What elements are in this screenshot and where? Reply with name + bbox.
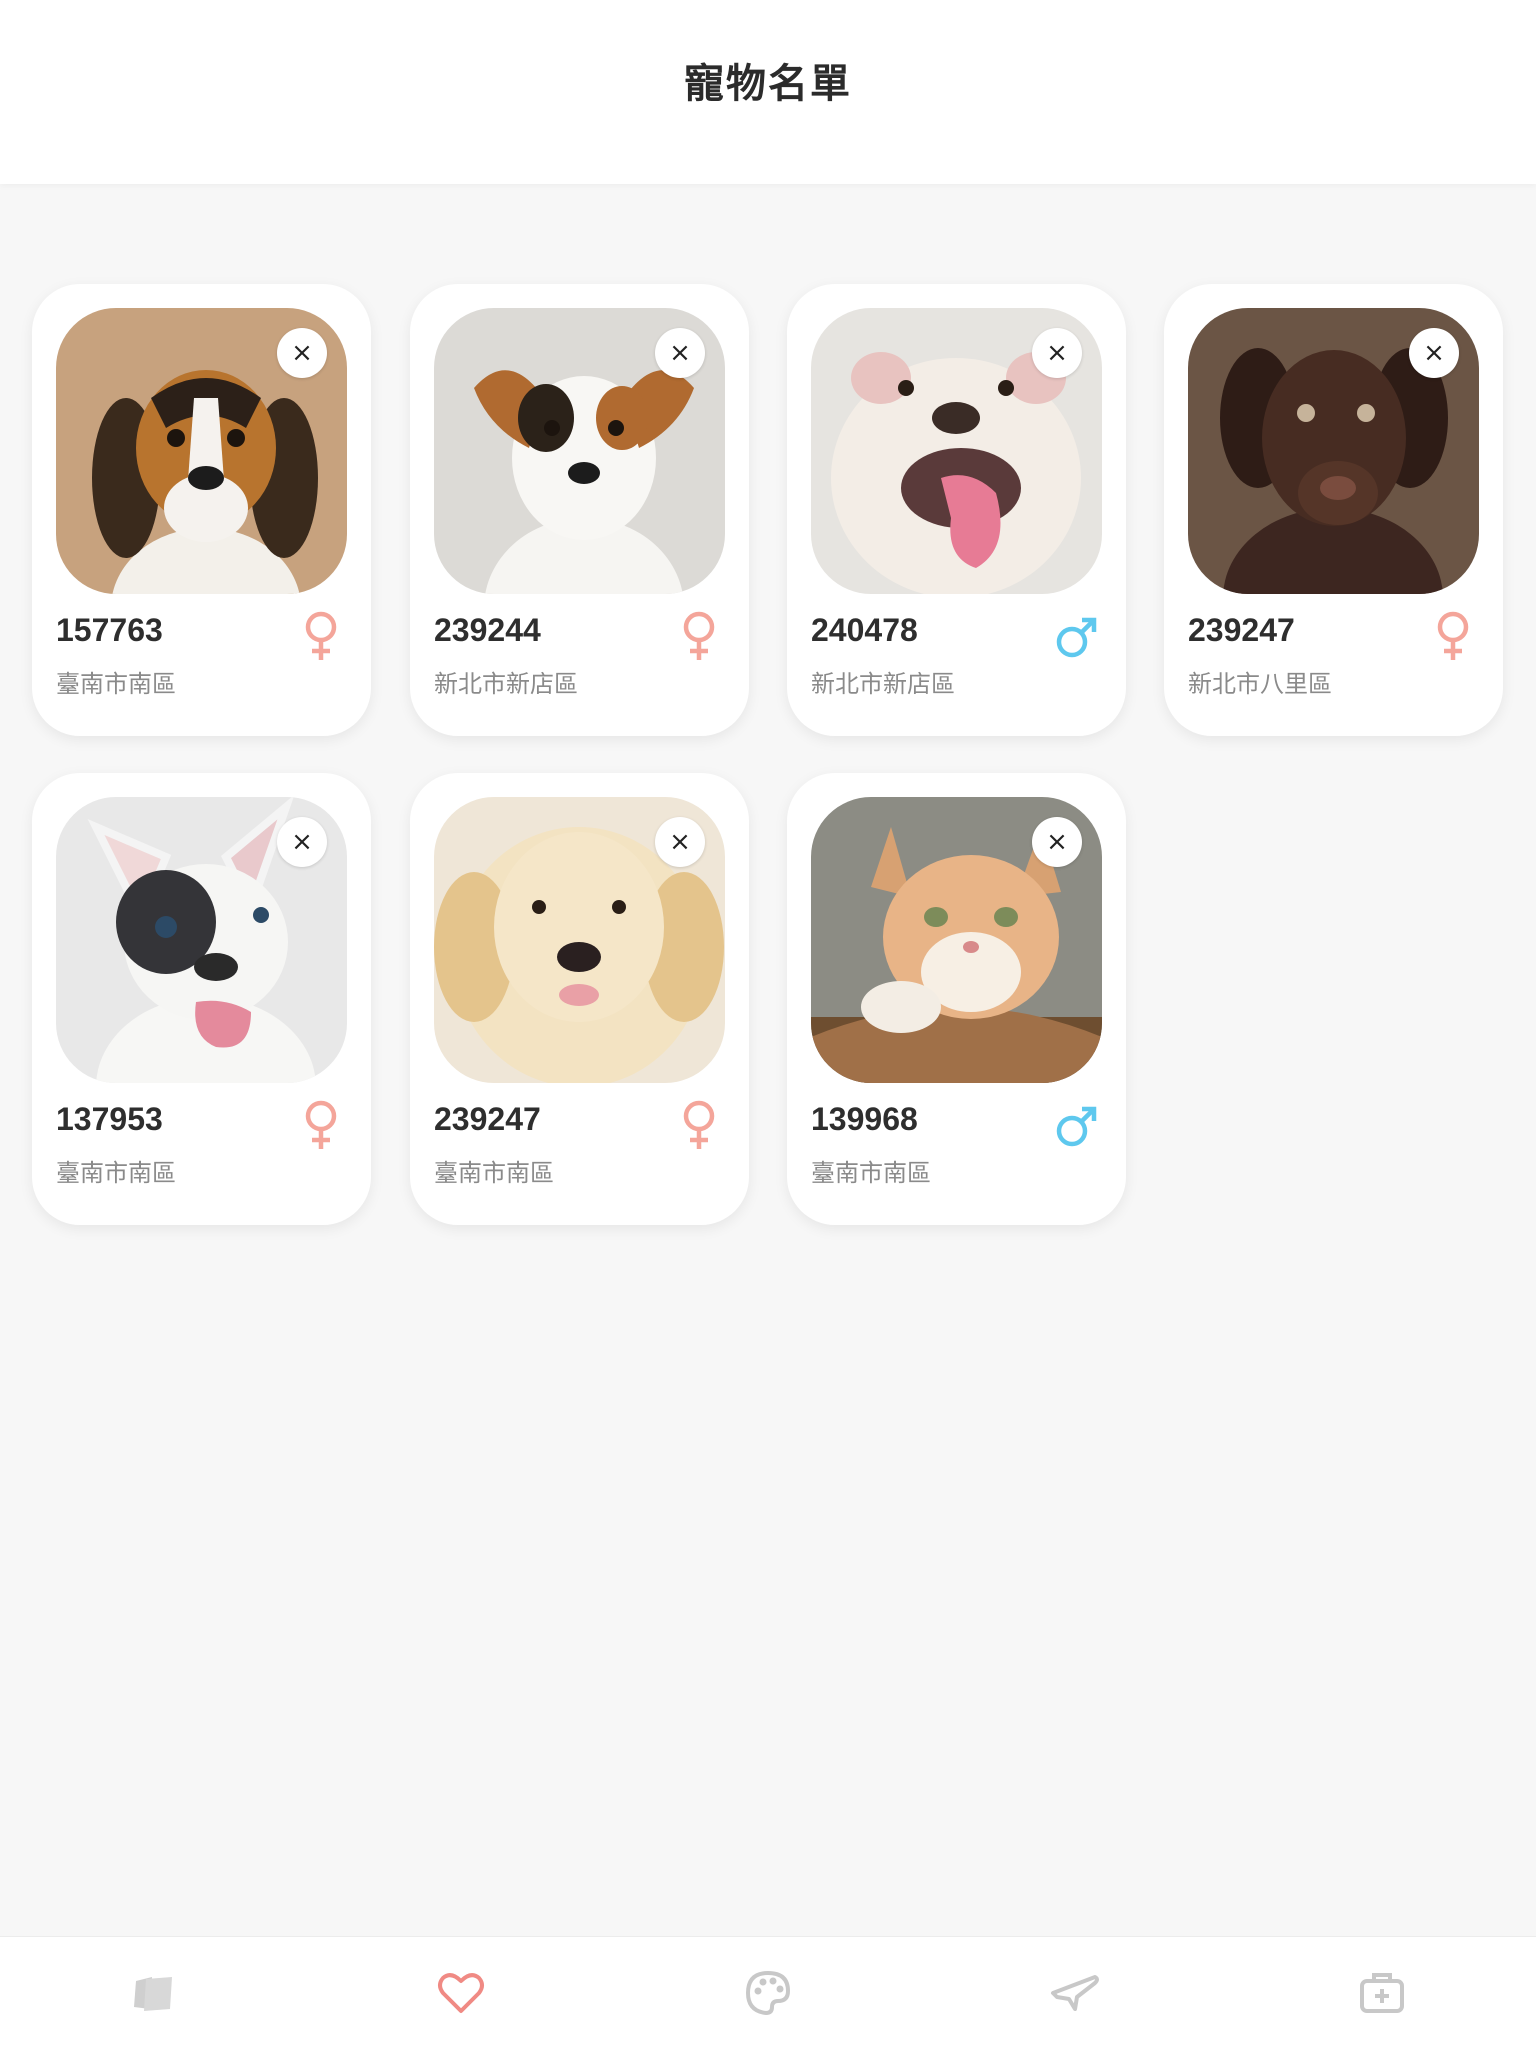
pet-location: 新北市新店區 [811,670,955,698]
palette-icon [745,1970,790,2015]
pet-location: 新北市八里區 [1188,670,1332,698]
pet-card[interactable]: × 157763 臺南市南區 [32,284,371,736]
pet-id: 139968 [811,1101,918,1137]
pet-id: 239244 [434,612,541,648]
pet-card[interactable]: × 240478 新北市新店區 [787,284,1126,736]
remove-pet-button[interactable]: × [277,328,327,378]
tab-palette[interactable] [736,1961,800,2025]
pet-id: 240478 [811,612,918,648]
pet-card[interactable]: × 139968 臺南市南區 [787,773,1126,1225]
plane-icon [1051,1974,1100,2011]
tab-travel[interactable] [1043,1961,1107,2025]
pet-card[interactable]: × 137953 臺南市南區 [32,773,371,1225]
tab-cards[interactable] [122,1961,186,2025]
pet-card[interactable]: × 239247 臺南市南區 [410,773,749,1225]
female-icon [677,1099,721,1151]
pet-id: 137953 [56,1101,163,1137]
cards-icon [133,1976,172,2011]
pet-id: 239247 [1188,612,1295,648]
heart-icon [437,1972,484,2013]
remove-pet-button[interactable]: × [1032,817,1082,867]
pet-location: 臺南市南區 [56,1159,176,1187]
pet-grid: × 157763 臺南市南區 × 239244 新北市新店區 × 240478 … [0,0,1536,1936]
pet-location: 臺南市南區 [811,1159,931,1187]
pet-card[interactable]: × 239247 新北市八里區 [1164,284,1503,736]
pet-id: 157763 [56,612,163,648]
pet-location: 臺南市南區 [434,1159,554,1187]
male-icon [1054,610,1098,662]
female-icon [1431,610,1475,662]
female-icon [299,1099,343,1151]
female-icon [677,610,721,662]
pet-id: 239247 [434,1101,541,1137]
bottom-tab-bar [0,1936,1536,2048]
remove-pet-button[interactable]: × [655,817,705,867]
remove-pet-button[interactable]: × [1032,328,1082,378]
male-icon [1054,1099,1098,1151]
pet-location: 臺南市南區 [56,670,176,698]
pet-location: 新北市新店區 [434,670,578,698]
female-icon [299,610,343,662]
tab-favorites[interactable] [429,1961,493,2025]
remove-pet-button[interactable]: × [655,328,705,378]
medical-kit-icon [1360,1972,1405,2013]
tab-medical[interactable] [1350,1961,1414,2025]
pet-card[interactable]: × 239244 新北市新店區 [410,284,749,736]
remove-pet-button[interactable]: × [1409,328,1459,378]
remove-pet-button[interactable]: × [277,817,327,867]
